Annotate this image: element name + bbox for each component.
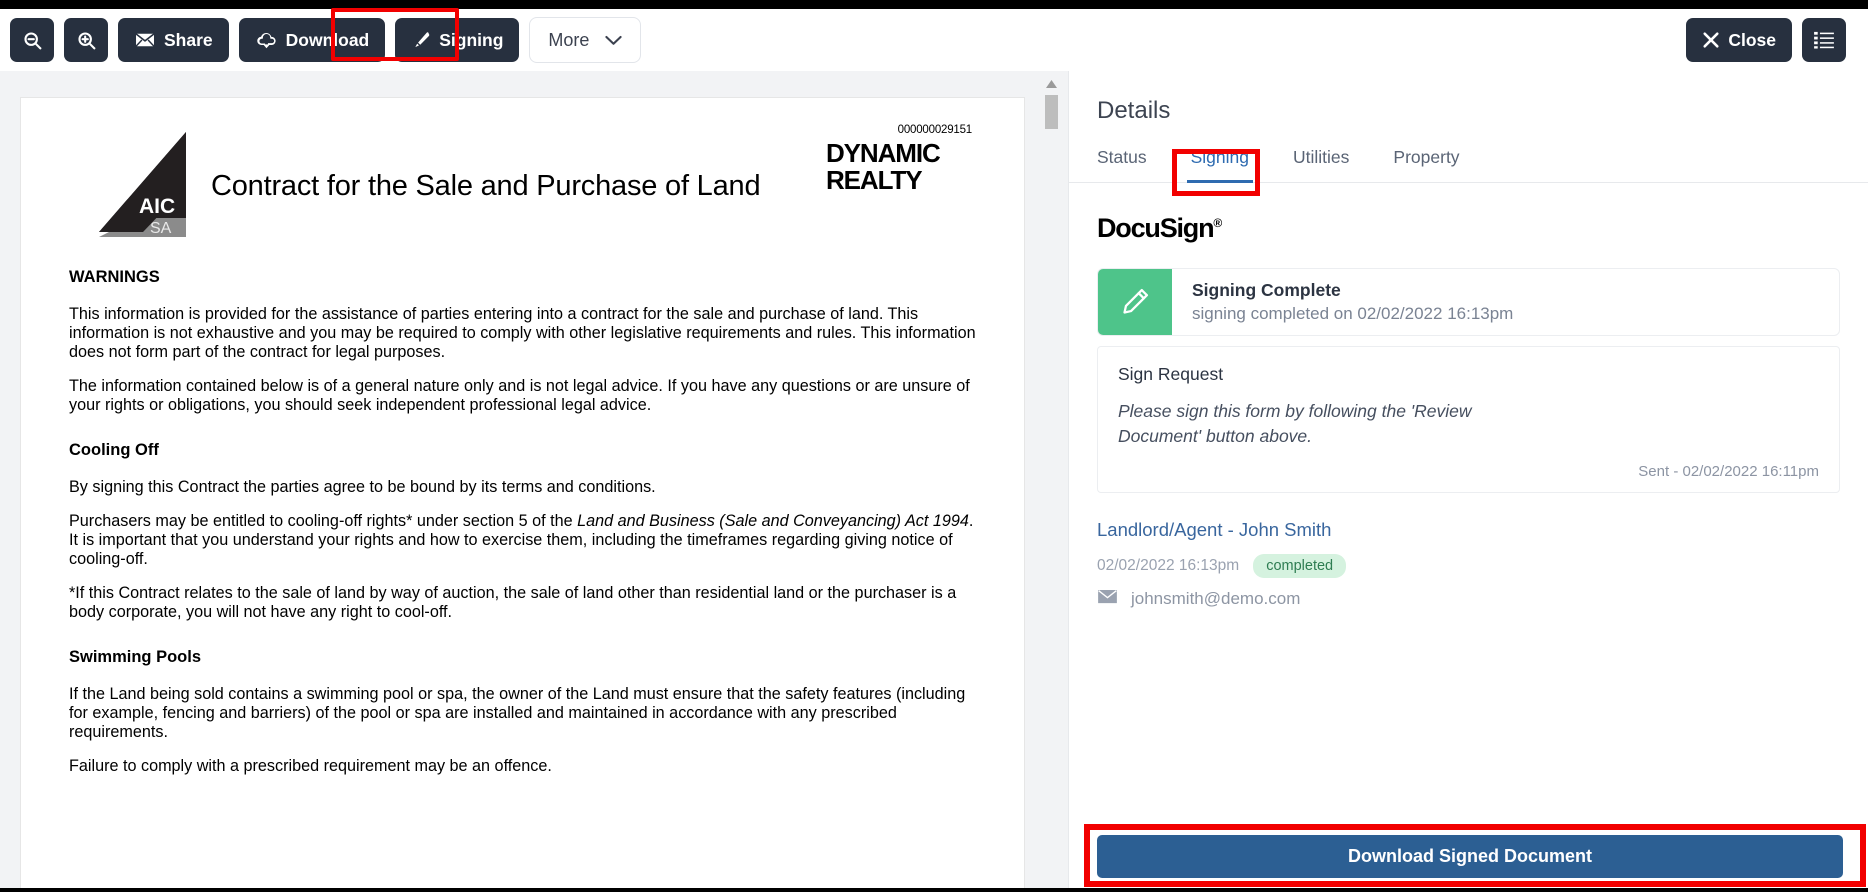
realty-line-1: DYNAMIC (826, 138, 941, 168)
signing-button[interactable]: Signing (395, 18, 520, 62)
bottom-black-strip (0, 888, 1868, 892)
document-body: WARNINGS This information is provided fo… (69, 238, 976, 776)
envelope-icon (134, 32, 156, 48)
svg-text:SA: SA (150, 220, 172, 237)
signer-meta-row: 02/02/2022 16:13pm completed (1097, 554, 1840, 578)
share-button[interactable]: Share (118, 18, 229, 62)
close-icon (1702, 31, 1720, 49)
dynamic-realty-logo: DYNAMIC REALTY (826, 140, 976, 194)
sign-request-message: Please sign this form by following the '… (1118, 401, 1472, 446)
panel-tabs: Status Signing Utilities Property (1069, 147, 1868, 183)
pen-icon (411, 30, 431, 50)
status-badge: completed (1253, 554, 1347, 578)
document-header: AIC SA Contract for the Sale and Purchas… (69, 120, 976, 238)
signer-entry: Landlord/Agent - John Smith 02/02/2022 1… (1097, 519, 1840, 609)
chevron-down-icon (605, 35, 623, 46)
zoom-in-button[interactable] (64, 18, 108, 62)
panel-body: DocuSign® Signing Complete signing compl… (1069, 213, 1868, 609)
zoom-out-button[interactable] (10, 18, 54, 62)
signing-label: Signing (439, 29, 504, 50)
email-icon (1097, 589, 1118, 609)
section-paragraph: By signing this Contract the parties agr… (69, 478, 656, 496)
document-toolbar: Share Download Signing More Close (0, 9, 1868, 71)
tab-signing[interactable]: Signing (1186, 147, 1254, 183)
section-paragraph: This information is provided for the ass… (69, 305, 976, 361)
signing-status-title: Signing Complete (1192, 280, 1341, 300)
signing-status-text: Signing Complete signing completed on 02… (1172, 269, 1513, 335)
app-root: Share Download Signing More Close AIC SA… (0, 0, 1868, 892)
panel-title: Details (1097, 97, 1171, 124)
signer-name-link[interactable]: Landlord/Agent - John Smith (1097, 519, 1840, 541)
close-button[interactable]: Close (1686, 18, 1792, 62)
signer-date: 02/02/2022 16:13pm (1097, 557, 1240, 574)
main-area: AIC SA Contract for the Sale and Purchas… (0, 71, 1868, 892)
docusign-logo: DocuSign® (1097, 213, 1840, 244)
docusign-registered-mark: ® (1213, 216, 1223, 230)
sign-request-sent-timestamp: Sent - 02/02/2022 16:11pm (1638, 463, 1819, 480)
details-panel: Details Status Signing Utilities Propert… (1068, 71, 1868, 892)
section-heading: Swimming Pools (69, 648, 202, 666)
signer-email: johnsmith@demo.com (1131, 589, 1301, 608)
document-title: Contract for the Sale and Purchase of La… (211, 170, 761, 202)
toolbar-right-group: Close (1686, 18, 1868, 62)
share-label: Share (164, 29, 213, 50)
close-label: Close (1728, 29, 1776, 50)
cloud-download-icon (255, 31, 278, 49)
section-paragraph: Failure to comply with a prescribed requ… (69, 757, 552, 775)
svg-text:AIC: AIC (139, 195, 175, 218)
top-black-strip (0, 0, 1868, 9)
download-button-wrapper: Download Signed Document (1097, 835, 1843, 878)
section-paragraph: *If this Contract relates to the sale of… (69, 584, 957, 621)
sign-request-card: Sign Request Please sign this form by fo… (1097, 346, 1840, 493)
menu-button[interactable] (1802, 18, 1846, 62)
scroll-up-arrow-icon[interactable] (1045, 77, 1058, 89)
section-heading: WARNINGS (69, 268, 160, 286)
pen-badge-icon (1098, 269, 1172, 335)
tab-utilities[interactable]: Utilities (1293, 147, 1349, 182)
zoom-in-icon (76, 30, 97, 51)
zoom-out-icon (22, 30, 43, 51)
document-viewer: AIC SA Contract for the Sale and Purchas… (0, 71, 1068, 892)
section-paragraph: Purchasers may be entitled to cooling-of… (69, 512, 974, 568)
section-paragraph: The information contained below is of a … (69, 377, 970, 414)
tab-property[interactable]: Property (1393, 147, 1459, 182)
section-heading: Cooling Off (69, 441, 159, 459)
scrollbar-thumb[interactable] (1045, 95, 1058, 129)
signing-status-subtitle: signing completed on 02/02/2022 16:13pm (1192, 304, 1514, 323)
signer-email-row: johnsmith@demo.com (1097, 589, 1840, 609)
document-number: 000000029151 (897, 124, 973, 136)
docusign-wordmark: DocuSign (1097, 213, 1215, 243)
realty-line-2: REALTY (826, 165, 923, 195)
sign-request-title: Sign Request (1118, 364, 1224, 384)
download-button[interactable]: Download (238, 18, 386, 62)
document-page: AIC SA Contract for the Sale and Purchas… (20, 97, 1025, 892)
download-label: Download (285, 29, 370, 50)
signing-status-card: Signing Complete signing completed on 02… (1097, 268, 1840, 336)
tab-status[interactable]: Status (1097, 147, 1147, 182)
document-scrollbar[interactable] (1043, 71, 1060, 892)
section-paragraph: If the Land being sold contains a swimmi… (69, 685, 966, 741)
more-label: More (548, 29, 590, 50)
list-menu-icon (1813, 31, 1835, 49)
more-button[interactable]: More (529, 17, 642, 63)
aic-logo: AIC SA (91, 132, 191, 237)
download-signed-document-button[interactable]: Download Signed Document (1097, 835, 1843, 878)
